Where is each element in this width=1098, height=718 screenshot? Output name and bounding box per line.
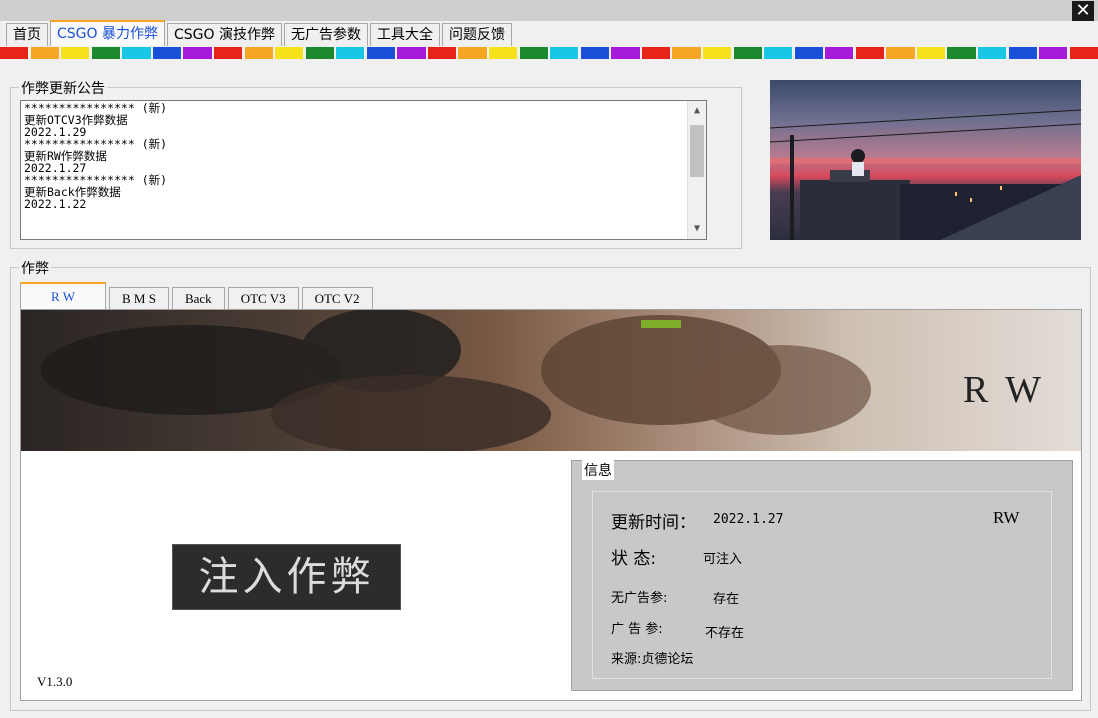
rainbow-segment <box>366 47 396 59</box>
rainbow-segment <box>580 47 609 59</box>
inject-button[interactable]: 注入作弊 <box>172 544 401 610</box>
notice-textbox[interactable]: **************** (新) 更新OTCV3作弊数据 2022.1.29… <box>20 100 707 240</box>
no-ad-label: 无广告参: <box>611 591 668 606</box>
info-group-title: 信息 <box>582 460 614 480</box>
csgo-banner: R W <box>21 310 1081 451</box>
banner-title: R W <box>962 369 1045 411</box>
no-ad-value: 存在 <box>713 592 740 607</box>
rainbow-segment <box>855 47 885 59</box>
rainbow-segment <box>611 47 640 59</box>
update-time-label: 更新时间： <box>611 513 696 533</box>
rainbow-segment <box>886 47 915 59</box>
rainbow-segment <box>1069 47 1098 59</box>
tab-csgo-legit[interactable]: CSGO 演技作弊 <box>166 23 282 46</box>
rainbow-segment <box>672 47 701 59</box>
rainbow-segment <box>702 47 732 59</box>
rainbow-segment <box>30 47 59 59</box>
rainbow-segment <box>550 47 579 59</box>
anime-artwork <box>770 80 1081 240</box>
rainbow-segment <box>152 47 182 59</box>
rainbow-segment <box>122 47 151 59</box>
tab-tools[interactable]: 工具大全 <box>369 23 440 46</box>
rainbow-segment <box>458 47 487 59</box>
notice-line: 更新OTCV3作弊数据 <box>24 113 128 127</box>
notice-group-title: 作弊更新公告 <box>19 78 107 98</box>
tab-no-ad-params[interactable]: 无广告参数 <box>283 23 368 46</box>
tab-otc-v2[interactable]: OTC V2 <box>301 287 373 310</box>
rainbow-segment <box>794 47 823 59</box>
rainbow-segment <box>213 47 243 59</box>
rainbow-segment <box>61 47 90 59</box>
rainbow-segment <box>978 47 1007 59</box>
ad-label: 广 告 参: <box>611 622 663 637</box>
info-box: 更新时间： 2022.1.27 RW 状 态: 可注入 无广告参: 存在 广 告… <box>592 491 1052 679</box>
source-label: 来源:贞德论坛 <box>611 652 694 667</box>
cheat-name: RW <box>993 508 1020 527</box>
rainbow-segment <box>764 47 793 59</box>
cheat-tab-bar: R W B M S Back OTC V3 OTC V2 <box>20 282 376 310</box>
tab-bms[interactable]: B M S <box>109 287 169 310</box>
status-label: 状 态: <box>611 549 657 569</box>
update-time-value: 2022.1.27 <box>713 512 784 527</box>
rainbow-segment <box>183 47 212 59</box>
rainbow-segment <box>519 47 548 59</box>
version-label: V1.3.0 <box>37 674 73 689</box>
rainbow-divider <box>0 47 1098 59</box>
notice-line: 2022.1.22 <box>24 197 87 211</box>
close-button[interactable]: ✕ <box>1072 1 1094 21</box>
rainbow-segment <box>1039 47 1068 59</box>
cheat-tab-panel: R W 注入作弊 V1.3.0 信息 更新时间： 2022.1.27 RW 状 … <box>20 309 1082 701</box>
tab-otc-v3[interactable]: OTC V3 <box>227 287 299 310</box>
notice-line: **************** (新) <box>24 137 168 151</box>
rainbow-segment <box>1008 47 1037 59</box>
notice-lines: **************** (新) 更新OTCV3作弊数据 2022.1.29… <box>21 101 706 211</box>
tab-csgo-rage[interactable]: CSGO 暴力作弊 <box>50 20 165 46</box>
rainbow-segment <box>91 47 120 59</box>
main-tab-bar: 首页 CSGO 暴力作弊 CSGO 演技作弊 无广告参数 工具大全 问题反馈 <box>6 20 514 46</box>
rainbow-segment <box>275 47 304 59</box>
rainbow-segment <box>305 47 334 59</box>
rainbow-segment <box>336 47 365 59</box>
title-bar: ✕ <box>0 0 1098 21</box>
rainbow-segment <box>427 47 457 59</box>
scroll-down-icon[interactable]: ▼ <box>688 221 706 237</box>
rainbow-segment <box>397 47 426 59</box>
tab-feedback[interactable]: 问题反馈 <box>441 23 512 46</box>
notice-line: 更新Back作弊数据 <box>24 185 121 199</box>
rainbow-segment <box>947 47 976 59</box>
notice-line: 更新RW作弊数据 <box>24 149 107 163</box>
rainbow-segment <box>733 47 762 59</box>
notice-line: **************** (新) <box>24 173 168 187</box>
cheat-group-title: 作弊 <box>19 258 51 278</box>
rainbow-segment <box>641 47 671 59</box>
rainbow-segment <box>825 47 854 59</box>
rainbow-segment <box>244 47 273 59</box>
info-group: 信息 更新时间： 2022.1.27 RW 状 态: 可注入 无广告参: 存在 … <box>571 460 1073 691</box>
scroll-thumb[interactable] <box>690 125 704 177</box>
ad-value: 不存在 <box>705 626 745 641</box>
tab-rw[interactable]: R W <box>20 282 106 310</box>
rainbow-segment <box>489 47 518 59</box>
rainbow-segment <box>0 47 29 59</box>
tab-home[interactable]: 首页 <box>6 23 48 46</box>
scroll-up-icon[interactable]: ▲ <box>688 103 706 119</box>
tab-back[interactable]: Back <box>171 287 225 310</box>
rainbow-segment <box>916 47 946 59</box>
notice-scrollbar[interactable]: ▲ ▼ <box>687 101 706 239</box>
status-value: 可注入 <box>703 552 743 567</box>
